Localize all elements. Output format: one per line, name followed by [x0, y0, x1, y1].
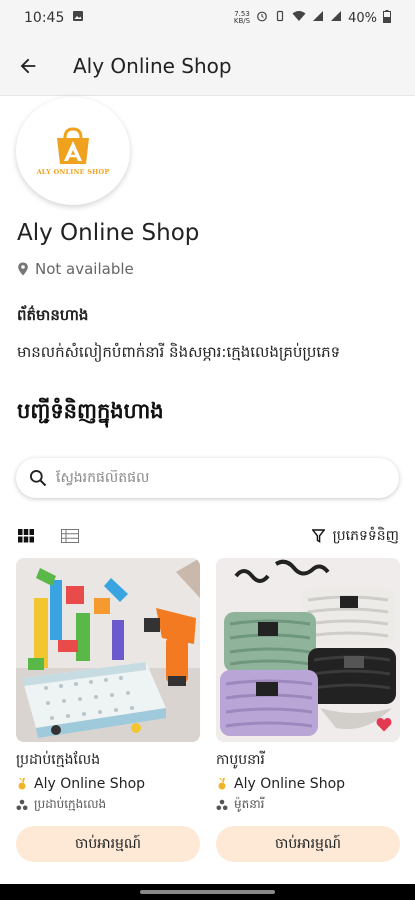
category-icon: [16, 799, 28, 811]
image-notification-icon: [72, 10, 84, 26]
shop-logo: ALY ONLINE SHOP: [16, 97, 130, 205]
product-shop: Aly Online Shop: [16, 776, 200, 792]
product-shop-name: Aly Online Shop: [34, 776, 146, 792]
search-icon: [30, 470, 47, 487]
product-category-label: ប្រដាប់ក្មេងលេង: [34, 797, 107, 811]
data-speed-icon: 7.53 KB/S: [233, 10, 251, 25]
product-category: ម៉ូតនារី: [216, 796, 400, 814]
search-input[interactable]: [56, 470, 376, 486]
grid-view-button[interactable]: [16, 526, 36, 546]
back-button[interactable]: [0, 36, 56, 96]
battery-level: 40%: [348, 10, 377, 26]
wifi-icon: [292, 10, 306, 26]
view-toolbar: ប្រភេទទំនិញ: [16, 524, 399, 548]
product-name[interactable]: កាបូបនារី: [216, 750, 400, 770]
status-time: 10:45: [24, 10, 65, 26]
grid-icon: [18, 529, 34, 543]
medal-icon: [218, 778, 226, 790]
location-text: Not available: [35, 260, 134, 278]
arrow-left-icon: [20, 58, 36, 73]
list-view-button[interactable]: [60, 526, 80, 546]
shop-location: Not available: [17, 260, 134, 278]
category-filter-button[interactable]: ប្រភេទទំនិញ: [311, 526, 399, 547]
product-category-label: ម៉ូតនារី: [234, 797, 265, 811]
category-icon: [216, 799, 228, 811]
medal-icon: [18, 778, 26, 790]
shop-info-description: មានលក់សំលៀកបំពាក់នារី និងសម្ភារ:ក្មេងលេង…: [17, 343, 341, 361]
heart-icon[interactable]: [376, 717, 392, 732]
product-image-handbags[interactable]: [216, 558, 400, 742]
vibrate-icon: [274, 10, 286, 26]
products-section-title: បញ្ជីទំនិញក្នុងហាង: [17, 399, 164, 423]
filter-label: ប្រភេទទំនិញ: [332, 527, 399, 544]
home-gesture-handle[interactable]: [140, 890, 275, 894]
signal-icon: [312, 10, 324, 26]
logo-text: ALY ONLINE SHOP: [36, 168, 110, 176]
shopping-bag-logo-icon: [57, 127, 89, 164]
product-name[interactable]: ប្រដាប់ក្មេងលែង: [16, 750, 200, 770]
shop-info-title: ព័ត៌មានហាង: [17, 306, 89, 324]
battery-icon: [383, 9, 391, 27]
product-card[interactable]: កាបូបនារី Aly Online Shop ម៉ូតនារី ចាប់អ…: [216, 558, 400, 862]
filter-icon: [311, 529, 325, 543]
shop-name: Aly Online Shop: [17, 220, 200, 246]
product-category: ប្រដាប់ក្មេងលេង: [16, 796, 200, 814]
app-bar: Aly Online Shop: [0, 36, 415, 96]
product-shop-name: Aly Online Shop: [234, 776, 346, 792]
status-bar: 10:45 7.53 KB/S 40%: [0, 0, 415, 36]
product-card[interactable]: ប្រដាប់ក្មេងលែង Aly Online Shop ប្រដាប់ក…: [16, 558, 200, 862]
signal-2-icon: [330, 10, 342, 26]
alarm-icon: [256, 10, 268, 26]
interest-button[interactable]: ចាប់អារម្មណ៍: [16, 826, 200, 862]
product-shop: Aly Online Shop: [216, 776, 400, 792]
system-navigation-bar: [0, 884, 415, 900]
list-icon: [61, 529, 79, 543]
interest-button[interactable]: ចាប់អារម្មណ៍: [216, 826, 400, 862]
location-pin-icon: [18, 262, 28, 276]
page-title: Aly Online Shop: [73, 53, 232, 78]
product-image-toy-drill[interactable]: [16, 558, 200, 742]
search-bar[interactable]: [16, 458, 399, 498]
